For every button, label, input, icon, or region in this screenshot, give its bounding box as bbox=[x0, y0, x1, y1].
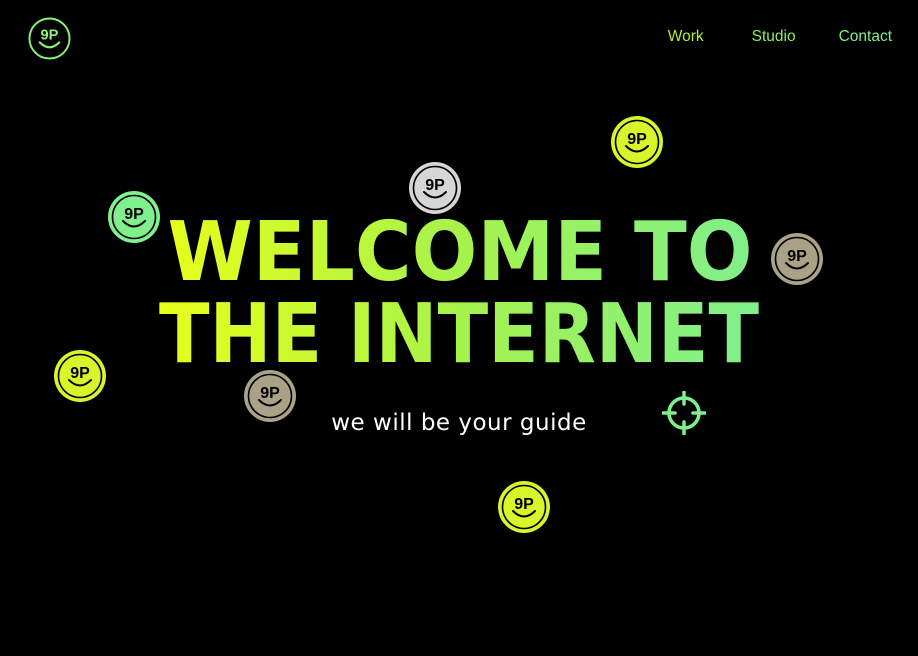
badge-label: 9P bbox=[70, 365, 90, 382]
smiley-badge-icon: 9P bbox=[771, 233, 823, 285]
logo-icon[interactable]: 9P bbox=[28, 17, 71, 60]
smiley-badge-icon: 9P bbox=[611, 116, 663, 168]
badge-label: 9P bbox=[124, 206, 144, 223]
smiley-badge-icon: 9P bbox=[498, 481, 550, 533]
nav-link-work[interactable]: Work bbox=[668, 28, 704, 46]
smiley-badge-icon: 9P bbox=[54, 350, 106, 402]
badge-label: 9P bbox=[260, 385, 280, 402]
logo-text: 9P bbox=[41, 27, 59, 43]
crosshair-icon bbox=[662, 391, 706, 435]
smiley-badge-icon: 9P bbox=[108, 191, 160, 243]
main-nav: Work Studio Contact bbox=[668, 28, 892, 46]
badge-label: 9P bbox=[787, 248, 807, 265]
badge-label: 9P bbox=[425, 177, 445, 194]
hero-tagline: we will be your guide bbox=[331, 410, 587, 436]
smiley-badge-icon: 9P bbox=[244, 370, 296, 422]
headline-line-2: THE INTERNET bbox=[159, 287, 759, 378]
nav-link-contact[interactable]: Contact bbox=[839, 28, 892, 46]
nav-link-studio[interactable]: Studio bbox=[752, 28, 796, 46]
badge-label: 9P bbox=[627, 131, 647, 148]
badge-label: 9P bbox=[514, 496, 534, 513]
smiley-badge-icon: 9P bbox=[409, 162, 461, 214]
